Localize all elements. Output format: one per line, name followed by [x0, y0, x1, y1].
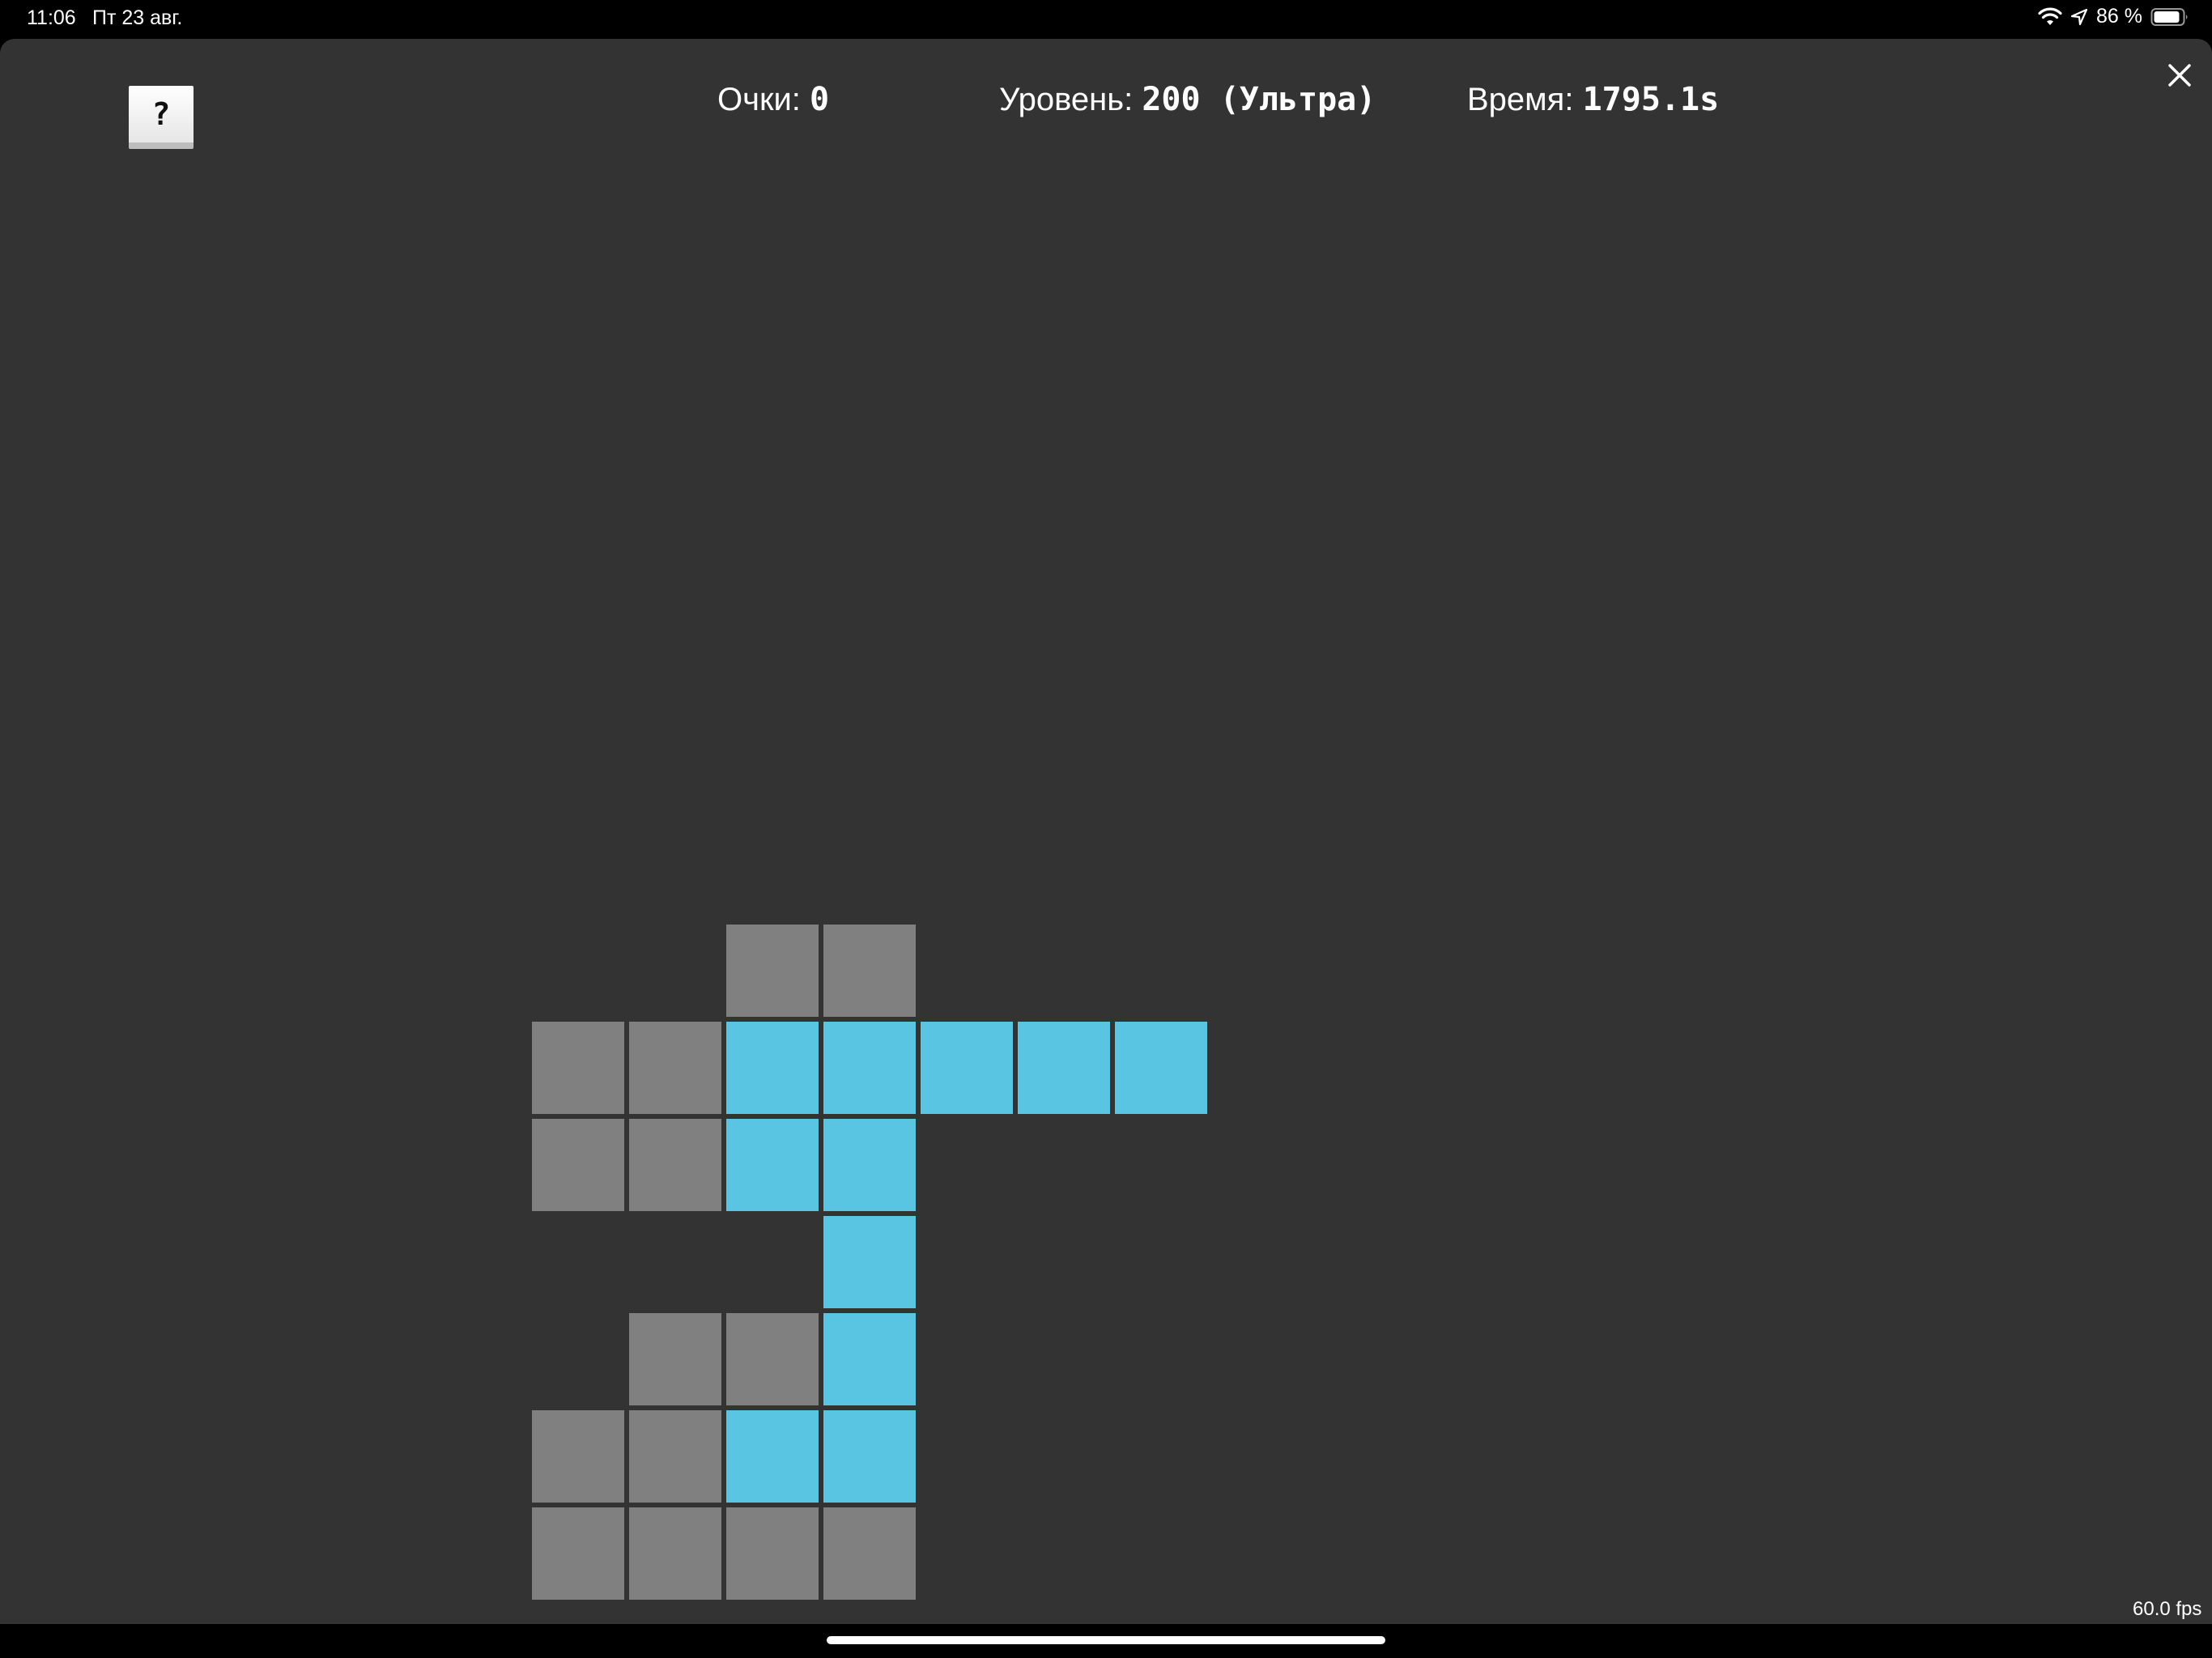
- active-block: [1115, 1022, 1207, 1114]
- settled-block: [726, 925, 819, 1017]
- settled-block: [532, 1507, 624, 1600]
- status-date: Пт 23 авг.: [92, 6, 183, 29]
- game-screen: ? Очки: 0 Уровень: 200 (Ультра) Время: 1…: [0, 39, 2212, 1624]
- location-arrow-icon: [2070, 8, 2088, 26]
- fps-counter: 60.0 fps: [2133, 1598, 2202, 1620]
- active-block: [726, 1119, 819, 1211]
- settled-block: [823, 925, 916, 1017]
- wifi-icon: [2038, 7, 2062, 27]
- active-block: [823, 1313, 916, 1405]
- active-block: [823, 1216, 916, 1308]
- status-bar: 11:06 Пт 23 авг. 86 %: [0, 0, 2212, 39]
- battery-icon: [2150, 7, 2189, 27]
- active-block: [726, 1022, 819, 1114]
- game-board[interactable]: [0, 39, 2212, 1624]
- active-block: [726, 1410, 819, 1503]
- settled-block: [629, 1410, 721, 1503]
- active-block: [823, 1119, 916, 1211]
- settled-block: [823, 1507, 916, 1600]
- settled-block: [532, 1410, 624, 1503]
- settled-block: [726, 1313, 819, 1405]
- settled-block: [532, 1022, 624, 1114]
- status-time: 11:06: [27, 6, 76, 29]
- home-indicator[interactable]: [827, 1636, 1385, 1644]
- settled-block: [532, 1119, 624, 1211]
- settled-block: [629, 1507, 721, 1600]
- settled-block: [629, 1119, 721, 1211]
- status-indicators: 86 %: [2038, 5, 2189, 28]
- settled-block: [629, 1022, 721, 1114]
- active-block: [1018, 1022, 1110, 1114]
- settled-block: [629, 1313, 721, 1405]
- active-block: [823, 1022, 916, 1114]
- settled-block: [726, 1507, 819, 1600]
- active-block: [823, 1410, 916, 1503]
- active-block: [921, 1022, 1013, 1114]
- battery-percent: 86 %: [2096, 5, 2142, 28]
